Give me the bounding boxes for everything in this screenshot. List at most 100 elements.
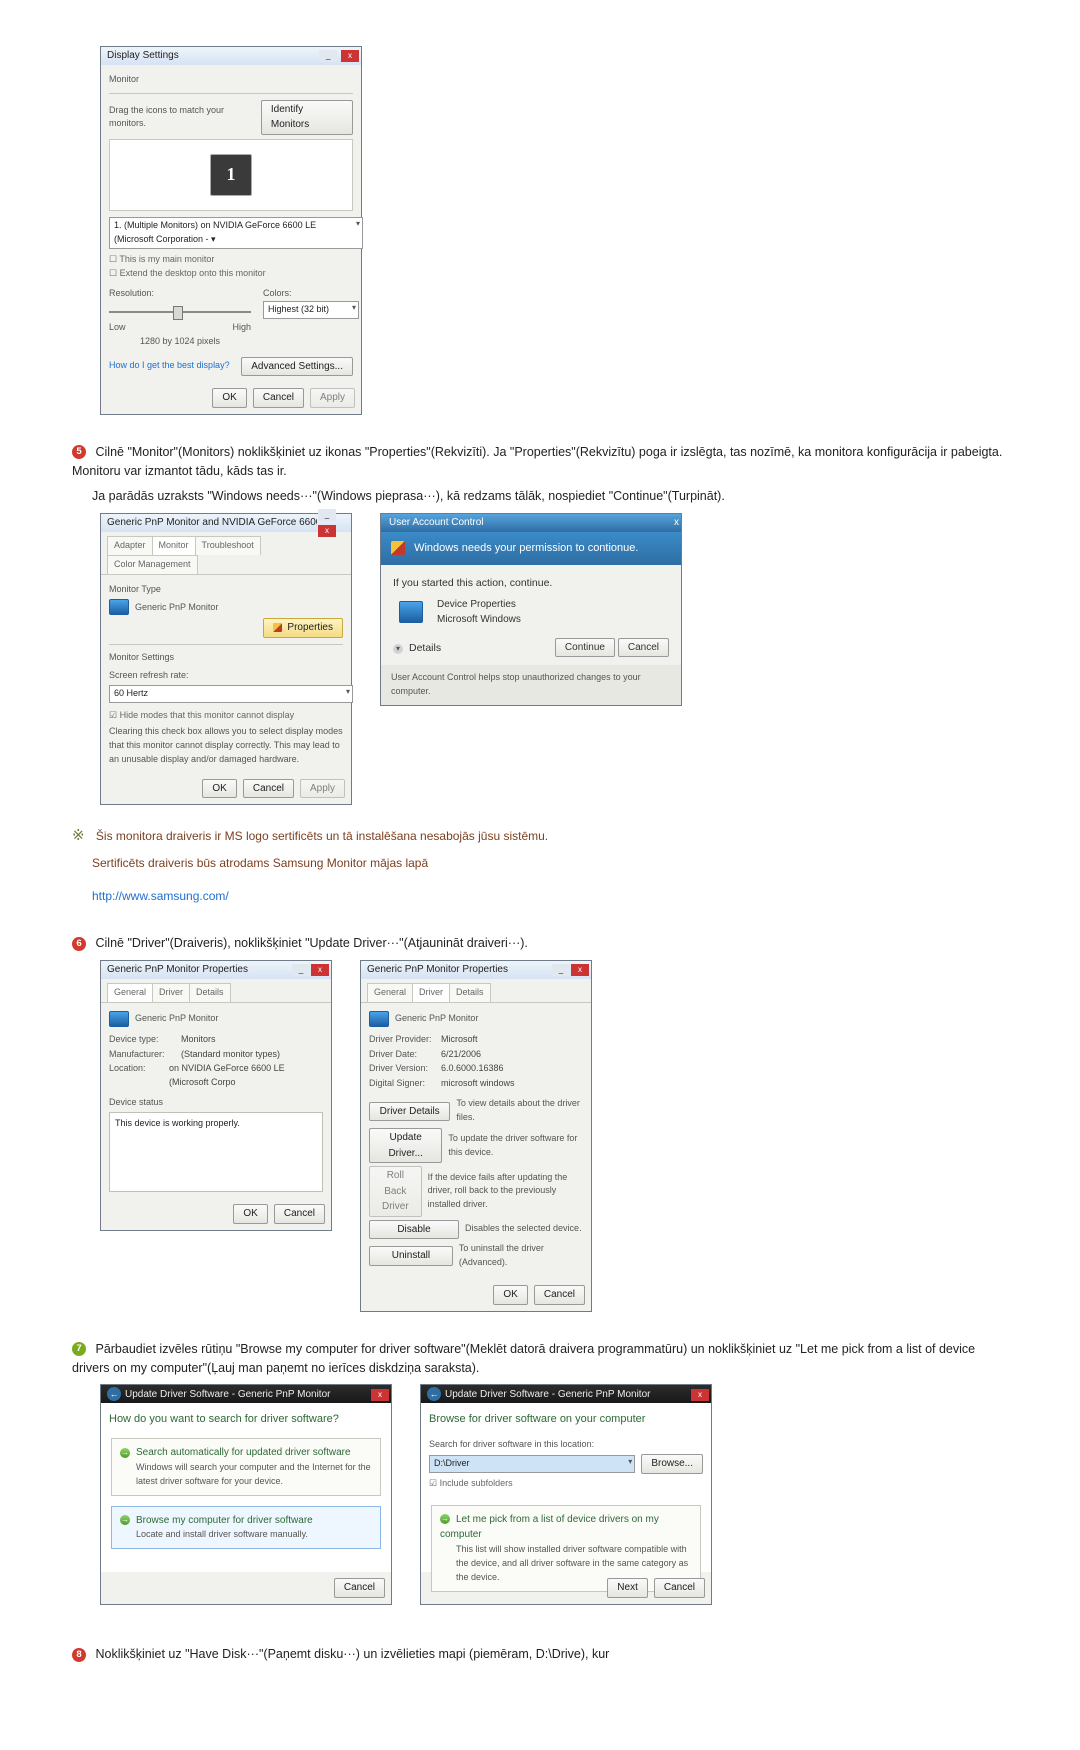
disable-desc: Disables the selected device. <box>465 1222 582 1236</box>
tab-driver[interactable]: Driver <box>152 983 190 1002</box>
monitor-settings-label: Monitor Settings <box>109 651 343 665</box>
minimize-icon[interactable]: _ <box>292 964 310 976</box>
close-icon[interactable]: x <box>371 1389 389 1401</box>
tab-color-management[interactable]: Color Management <box>107 555 198 574</box>
tab-details[interactable]: Details <box>189 983 231 1002</box>
close-icon[interactable]: x <box>691 1389 709 1401</box>
monitor-properties-driver-dialog: Generic PnP Monitor Properties _x Genera… <box>360 960 592 1312</box>
monitor-icon <box>109 599 129 615</box>
disable-button[interactable]: Disable <box>369 1220 459 1240</box>
monitor-select[interactable]: 1. (Multiple Monitors) on NVIDIA GeForce… <box>109 217 363 249</box>
ok-button[interactable]: OK <box>212 388 246 408</box>
refresh-rate-select[interactable]: 60 Hertz <box>109 685 353 703</box>
close-icon[interactable]: x <box>571 964 589 976</box>
continue-button[interactable]: Continue <box>555 638 615 658</box>
extend-desktop-checkbox[interactable]: ☐ Extend the desktop onto this monitor <box>109 267 353 281</box>
expand-icon[interactable]: ▾ <box>393 644 403 654</box>
step-bullet-5: 5 <box>72 445 86 459</box>
devtype-label: Device type: <box>109 1033 181 1047</box>
device-name: Generic PnP Monitor <box>395 1012 478 1026</box>
next-button[interactable]: Next <box>607 1578 648 1598</box>
resolution-value: 1280 by 1024 pixels <box>109 335 251 349</box>
browse-button[interactable]: Browse... <box>641 1454 703 1474</box>
driver-details-button[interactable]: Driver Details <box>369 1102 450 1122</box>
upd1-option-browse-desc: Locate and install driver software manua… <box>136 1528 372 1542</box>
samsung-link[interactable]: http://www.samsung.com/ <box>92 889 229 903</box>
uac-details-toggle[interactable]: Details <box>409 642 441 654</box>
ok-button[interactable]: OK <box>493 1285 527 1305</box>
advanced-settings-button[interactable]: Advanced Settings... <box>241 357 353 377</box>
resolution-label: Resolution: <box>109 287 251 301</box>
close-icon[interactable]: x <box>318 525 336 537</box>
upd1-option-auto[interactable]: →Search automatically for updated driver… <box>111 1438 381 1495</box>
update-driver-button[interactable]: Update Driver... <box>369 1128 442 1163</box>
forward-arrow-icon: → <box>120 1515 130 1525</box>
minimize-icon[interactable]: _ <box>552 964 570 976</box>
ok-button[interactable]: OK <box>202 779 236 799</box>
step-bullet-7: 7 <box>72 1342 86 1356</box>
main-monitor-checkbox[interactable]: ☐ This is my main monitor <box>109 253 353 267</box>
close-icon[interactable]: x <box>311 964 329 976</box>
back-arrow-icon[interactable]: ← <box>107 1387 121 1401</box>
include-subfolders-checkbox[interactable]: ☑ Include subfolders <box>429 1477 703 1491</box>
tab-general[interactable]: General <box>107 983 153 1002</box>
color-depth-select[interactable]: Highest (32 bit) <box>263 301 359 319</box>
hide-modes-checkbox[interactable]: ☑ Hide modes that this monitor cannot di… <box>109 709 343 723</box>
rollback-driver-desc: If the device fails after updating the d… <box>428 1171 583 1213</box>
upd1-heading: How do you want to search for driver sof… <box>109 1411 383 1428</box>
resolution-slider[interactable] <box>109 305 251 319</box>
properties-general-title: Generic PnP Monitor Properties <box>107 962 248 978</box>
cancel-button[interactable]: Cancel <box>274 1204 325 1224</box>
tab-adapter[interactable]: Adapter <box>107 536 153 555</box>
properties-driver-title: Generic PnP Monitor Properties <box>367 962 508 978</box>
date-label: Driver Date: <box>369 1048 441 1062</box>
cancel-button[interactable]: Cancel <box>243 779 294 799</box>
monitor-type-value: Generic PnP Monitor <box>135 601 218 615</box>
forward-arrow-icon: → <box>120 1448 130 1458</box>
cancel-button[interactable]: Cancel <box>618 638 669 658</box>
note-asterisk-icon: ※ <box>72 828 85 844</box>
close-icon[interactable]: x <box>341 50 359 62</box>
minimize-icon[interactable]: _ <box>319 50 337 62</box>
loc-value: on NVIDIA GeForce 6600 LE (Microsoft Cor… <box>169 1062 323 1090</box>
uac-footer: User Account Control helps stop unauthor… <box>381 665 681 705</box>
ok-button[interactable]: OK <box>233 1204 267 1224</box>
tab-details[interactable]: Details <box>449 983 491 1002</box>
uac-dialog: User Account Control x Windows needs you… <box>380 513 682 707</box>
provider-value: Microsoft <box>441 1033 478 1047</box>
devtype-value: Monitors <box>181 1033 216 1047</box>
back-arrow-icon[interactable]: ← <box>427 1387 441 1401</box>
rollback-driver-button: Roll Back Driver <box>369 1166 422 1217</box>
step5b-text: Ja parādās uzraksts "Windows needs···"(W… <box>92 487 1008 506</box>
close-icon[interactable]: x <box>674 517 679 528</box>
cancel-button[interactable]: Cancel <box>253 388 304 408</box>
monitor-heading: Monitor <box>109 73 353 87</box>
apply-button: Apply <box>310 388 355 408</box>
update-driver-page2: ←Update Driver Software - Generic PnP Mo… <box>420 1384 712 1605</box>
best-display-help-link[interactable]: How do I get the best display? <box>109 359 230 373</box>
cancel-button[interactable]: Cancel <box>534 1285 585 1305</box>
monitor-tabs: AdapterMonitorTroubleshootColor Manageme… <box>101 532 351 575</box>
device-status-label: Device status <box>109 1096 323 1110</box>
cancel-button[interactable]: Cancel <box>654 1578 705 1598</box>
tab-troubleshoot[interactable]: Troubleshoot <box>195 536 261 555</box>
monitor-thumbnail-1[interactable]: 1 <box>210 154 252 196</box>
tab-general[interactable]: General <box>367 983 413 1002</box>
version-value: 6.0.6000.16386 <box>441 1062 504 1076</box>
tab-monitor[interactable]: Monitor <box>152 536 196 555</box>
refresh-rate-label: Screen refresh rate: <box>109 669 343 683</box>
monitor-layout-preview[interactable]: 1 <box>109 139 353 211</box>
monitor-properties-dialog: Generic PnP Monitor and NVIDIA GeForce 6… <box>100 513 352 805</box>
uninstall-button[interactable]: Uninstall <box>369 1246 453 1266</box>
res-low: Low <box>109 321 126 335</box>
monitor-icon <box>369 1011 389 1027</box>
monitor-properties-button[interactable]: Properties <box>263 618 343 638</box>
cancel-button[interactable]: Cancel <box>334 1578 385 1598</box>
signer-label: Digital Signer: <box>369 1077 441 1091</box>
identify-monitors-button[interactable]: Identify Monitors <box>261 100 353 135</box>
note-line2: Sertificēts draiveris būs atrodams Samsu… <box>92 854 1008 873</box>
tab-driver[interactable]: Driver <box>412 983 450 1002</box>
device-status-box: This device is working properly. <box>109 1112 323 1192</box>
upd2-path-input[interactable]: D:\Driver <box>429 1455 635 1473</box>
minimize-icon[interactable]: _ <box>318 509 336 521</box>
